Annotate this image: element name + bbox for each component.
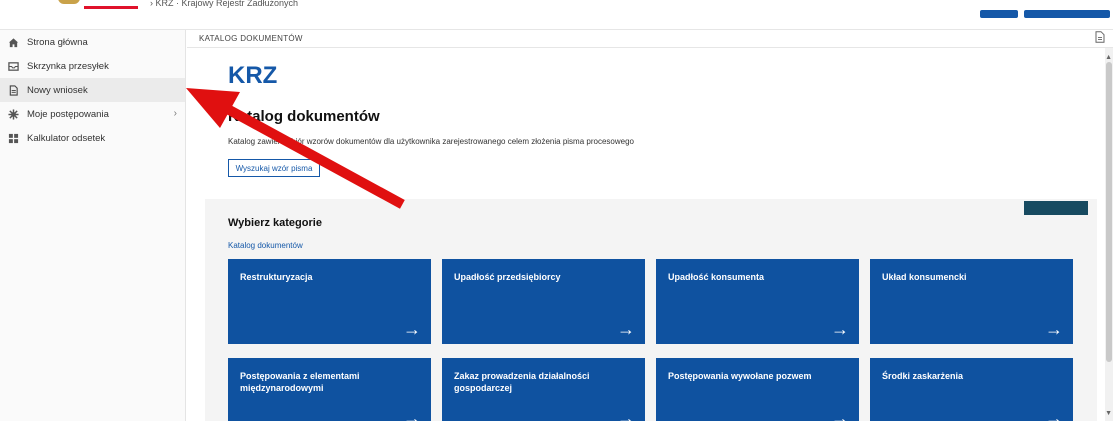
arrow-right-icon: →	[403, 408, 421, 421]
page-header: KATALOG DOKUMENTÓW	[187, 30, 1113, 48]
calculator-icon	[7, 132, 19, 144]
arrow-right-icon: →	[617, 319, 635, 339]
sidebar-item-interest-calculator[interactable]: Kalkulator odsetek	[0, 126, 185, 150]
inbox-icon	[7, 60, 19, 72]
category-tile-lawsuit-proceedings[interactable]: Postępowania wywołane pozwem →	[656, 358, 859, 421]
arrow-right-icon: →	[617, 408, 635, 421]
tile-label: Środki zaskarżenia	[882, 371, 964, 381]
document-icon[interactable]	[1095, 31, 1105, 46]
sidebar-item-home[interactable]: Strona główna	[0, 30, 185, 54]
sidebar-item-label: Strona główna	[27, 36, 88, 48]
tile-label: Postępowania z elementami międzynarodowy…	[240, 371, 360, 393]
gear-icon	[7, 108, 19, 120]
header-breadcrumb: › KRZ · Krajowy Rejestr Zadłużonych	[150, 0, 299, 8]
category-tile-business-ban[interactable]: Zakaz prowadzenia działalności gospodarc…	[442, 358, 645, 421]
header-button-2[interactable]	[1024, 10, 1110, 18]
arrow-right-icon: →	[403, 319, 421, 339]
arrow-right-icon: →	[831, 408, 849, 421]
sidebar-item-new-application[interactable]: Nowy wniosek	[0, 78, 185, 102]
category-tile-international[interactable]: Postępowania z elementami międzynarodowy…	[228, 358, 431, 421]
catalog-link[interactable]: Katalog dokumentów	[228, 241, 303, 250]
brand-heading: KRZ	[228, 62, 278, 89]
document-icon	[7, 84, 19, 96]
category-tile-restructuring[interactable]: Restrukturyzacja →	[228, 259, 431, 344]
breadcrumb: KATALOG DOKUMENTÓW	[199, 34, 303, 43]
header-button-1[interactable]	[980, 10, 1018, 18]
sidebar-item-my-proceedings[interactable]: Moje postępowania ›	[0, 102, 185, 126]
sidebar: Strona główna Skrzynka przesyłek Nowy wn…	[0, 30, 186, 421]
arrow-right-icon: →	[1045, 319, 1063, 339]
home-icon	[7, 36, 19, 48]
category-heading: Wybierz kategorie	[228, 217, 322, 229]
sidebar-item-label: Kalkulator odsetek	[27, 132, 106, 144]
page-description: Katalog zawiera zbiór wzorów dokumentów …	[228, 137, 634, 146]
tile-label: Upadłość przedsiębiorcy	[454, 272, 561, 282]
chevron-right-icon: ›	[173, 108, 177, 119]
category-tile-business-bankruptcy[interactable]: Upadłość przedsiębiorcy →	[442, 259, 645, 344]
page-title: Katalog dokumentów	[228, 108, 380, 125]
scroll-up-icon[interactable]: ▲	[1105, 54, 1112, 61]
tile-label: Postępowania wywołane pozwem	[668, 371, 812, 381]
sidebar-item-label: Moje postępowania	[27, 108, 109, 120]
tile-label: Upadłość konsumenta	[668, 272, 765, 282]
logo-underline	[84, 6, 138, 9]
tile-label: Restrukturyzacja	[240, 272, 313, 282]
teal-badge[interactable]	[1024, 201, 1088, 215]
sidebar-item-inbox[interactable]: Skrzynka przesyłek	[0, 54, 185, 78]
category-tile-consumer-bankruptcy[interactable]: Upadłość konsumenta →	[656, 259, 859, 344]
logo[interactable]	[58, 0, 80, 4]
tile-label: Układ konsumencki	[882, 272, 967, 282]
arrow-right-icon: →	[831, 319, 849, 339]
arrow-right-icon: →	[1045, 408, 1063, 421]
category-tile-consumer-arrangement[interactable]: Układ konsumencki →	[870, 259, 1073, 344]
sidebar-item-label: Nowy wniosek	[27, 84, 88, 96]
category-tile-appeals[interactable]: Środki zaskarżenia →	[870, 358, 1073, 421]
top-header: › KRZ · Krajowy Rejestr Zadłużonych	[0, 0, 1113, 30]
sidebar-item-label: Skrzynka przesyłek	[27, 60, 109, 72]
tile-label: Zakaz prowadzenia działalności gospodarc…	[454, 371, 590, 393]
scrollbar-thumb[interactable]	[1106, 62, 1112, 362]
scroll-down-icon[interactable]: ▼	[1105, 410, 1112, 417]
search-template-button[interactable]: Wyszukaj wzór pisma	[228, 159, 320, 177]
